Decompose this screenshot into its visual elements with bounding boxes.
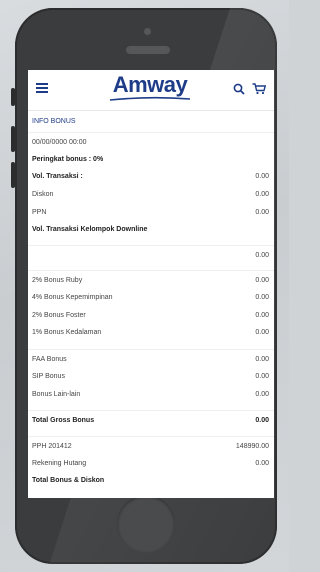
phone-screen: Amway INFO BONUS 00/00/0000 00:00 Pering… (28, 70, 274, 498)
list-item: Vol. Transaksi Kelompok Downline (28, 220, 274, 240)
home-button[interactable] (117, 495, 175, 553)
list-item: PPH 201412 148990.00 (28, 436, 274, 456)
total-row: Total Gross Bonus 0.00 (28, 410, 274, 430)
volume-down-button (11, 162, 15, 188)
hamburger-icon[interactable] (36, 83, 48, 94)
volume-up-button (11, 126, 15, 152)
row-value: 148990.00 (235, 443, 269, 450)
row-label: PPH 201412 (32, 443, 72, 450)
row-label: Total Bonus & Diskon (32, 477, 105, 484)
row-label: Bonus Lain-lain (32, 391, 81, 398)
row-label: SIP Bonus (32, 373, 65, 380)
row-label: Vol. Transaksi : (32, 173, 83, 180)
app-header: Amway (28, 70, 274, 111)
list-item: 2% Bonus Ruby 0.00 (28, 270, 274, 290)
front-camera (144, 28, 151, 35)
mute-switch (11, 88, 15, 106)
row-value: 0.00 (255, 209, 269, 216)
search-icon[interactable] (233, 83, 245, 95)
row-value: 0.00 (255, 373, 269, 380)
row-label: PPN (32, 209, 47, 216)
row-label: FAA Bonus (32, 356, 67, 363)
list-item: FAA Bonus 0.00 (28, 349, 274, 369)
logo-swoosh-icon (109, 96, 191, 101)
list-item: 00/00/0000 00:00 (28, 132, 274, 152)
row-value: 0.00 (255, 173, 269, 180)
list-item: SIP Bonus 0.00 (28, 367, 274, 387)
row-label: 2% Bonus Ruby (32, 277, 83, 284)
cart-icon[interactable] (252, 83, 266, 95)
row-label: 00/00/0000 00:00 (32, 139, 87, 146)
row-value: 0.00 (255, 252, 269, 259)
row-label: Diskon (32, 191, 54, 198)
row-label: 2% Bonus Foster (32, 312, 86, 319)
row-value: 0.00 (255, 191, 269, 198)
list-item: Bonus Lain-lain 0.00 (28, 385, 274, 405)
row-value: 0.00 (255, 294, 269, 301)
row-label: 1% Bonus Kedalaman (32, 329, 102, 336)
row-value: 0.00 (255, 356, 269, 363)
row-label: Peringkat bonus : 0% (32, 156, 104, 163)
row-label: Vol. Transaksi Kelompok Downline (32, 226, 148, 233)
row-label: Rekening Hutang (32, 460, 87, 467)
logo-text: Amway (112, 72, 188, 97)
list-item: 4% Bonus Kepemimpinan 0.00 (28, 288, 274, 308)
list-item: Diskon 0.00 (28, 185, 274, 205)
row-value: 0.00 (255, 277, 269, 284)
total-row: Total Bonus & Diskon (28, 471, 274, 491)
list-item: Vol. Transaksi : 0.00 (28, 167, 274, 187)
amway-logo[interactable]: Amway (104, 72, 196, 102)
row-value: 0.00 (255, 391, 269, 398)
list-item: 1% Bonus Kedalaman 0.00 (28, 323, 274, 343)
list-item: 0.00 (28, 245, 274, 265)
row-value: 0.00 (255, 417, 269, 424)
row-value: 0.00 (255, 312, 269, 319)
row-label: 4% Bonus Kepemimpinan (32, 294, 113, 301)
row-value: 0.00 (255, 329, 269, 336)
row-label: Total Gross Bonus (32, 417, 95, 424)
row-value: 0.00 (255, 460, 269, 467)
section-title: INFO BONUS (32, 118, 76, 125)
earpiece-speaker (126, 46, 170, 54)
